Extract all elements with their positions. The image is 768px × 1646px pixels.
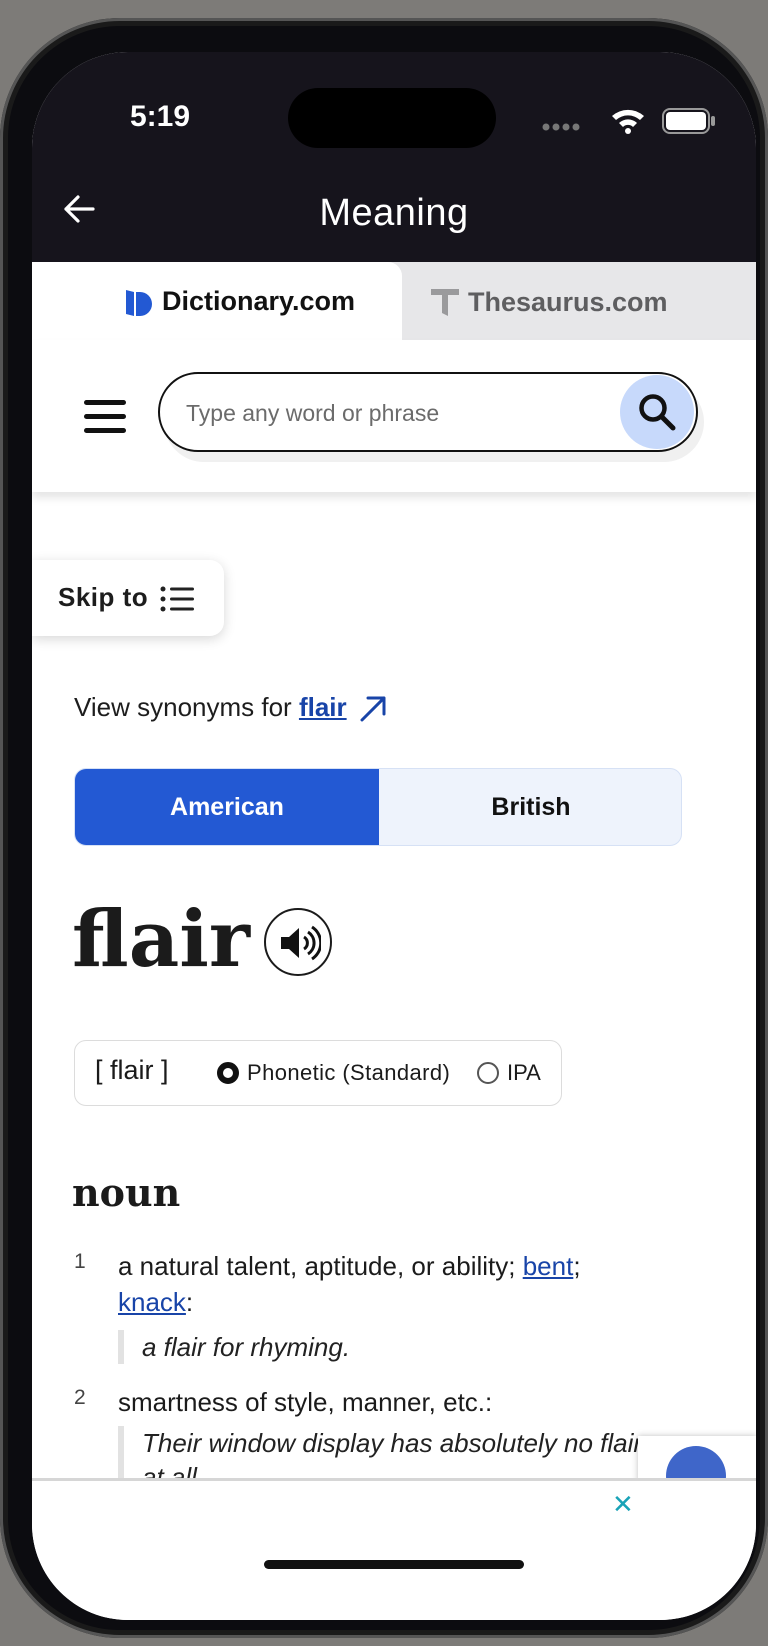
page-title: Meaning	[319, 192, 469, 234]
ipa-label[interactable]: IPA	[507, 1060, 541, 1086]
search-icon	[639, 394, 676, 431]
list-icon	[160, 586, 194, 612]
site-tabs: Dictionary.com Thesaurus.com	[32, 262, 756, 340]
definition-text: a natural talent, aptitude, or ability; …	[118, 1251, 581, 1317]
definition-text: smartness of style, manner, etc.:	[118, 1387, 493, 1417]
recaptcha-badge[interactable]	[638, 1436, 756, 1506]
pronunciation-box: [ flair ] Phonetic (Standard) IPA	[74, 1040, 562, 1106]
part-of-speech: noun	[72, 1170, 181, 1215]
arrow-up-right-icon[interactable]	[358, 694, 388, 724]
definition-number: 2	[74, 1386, 86, 1409]
skip-to-label: Skip to	[58, 582, 149, 612]
cellular-signal-icon	[542, 123, 580, 131]
search-bar	[32, 340, 756, 492]
wifi-icon	[612, 109, 644, 134]
knack-link[interactable]: knack	[118, 1287, 186, 1317]
british-toggle[interactable]: British	[379, 769, 681, 845]
headword: flair	[72, 894, 250, 985]
definition-example: a flair for rhyming.	[118, 1330, 350, 1364]
thesaurus-logo-icon	[431, 289, 459, 316]
phonetic-radio[interactable]	[217, 1062, 239, 1084]
close-icon[interactable]: ✕	[612, 1489, 634, 1520]
tab-dictionary-label: Dictionary.com	[162, 286, 356, 316]
dynamic-island	[288, 88, 496, 148]
phone-frame: 5:19 Meaning Dictionary.com Thesaurus.co…	[0, 18, 768, 1638]
definition-number: 1	[74, 1250, 86, 1273]
home-indicator[interactable]	[264, 1560, 524, 1569]
tab-dictionary[interactable]: Dictionary.com	[32, 262, 402, 340]
skip-to-button[interactable]: Skip to	[32, 560, 224, 636]
ad-banner: ✕	[32, 1478, 756, 1620]
view-synonyms: View synonyms for flair	[74, 692, 388, 724]
audio-button[interactable]	[264, 908, 332, 976]
search-box	[158, 372, 698, 452]
view-synonyms-prefix: View synonyms for	[74, 692, 299, 722]
hamburger-menu-icon[interactable]	[84, 400, 126, 434]
search-input[interactable]	[184, 374, 608, 452]
tab-thesaurus-label: Thesaurus.com	[468, 287, 668, 317]
search-button[interactable]	[620, 375, 694, 449]
dialect-toggle: American British	[74, 768, 682, 846]
battery-icon	[662, 108, 715, 134]
phonetic-label[interactable]: Phonetic (Standard)	[247, 1060, 450, 1086]
dictionary-logo-icon	[126, 290, 152, 316]
screen: 5:19 Meaning Dictionary.com Thesaurus.co…	[32, 52, 756, 1620]
phone-bezel: 5:19 Meaning Dictionary.com Thesaurus.co…	[8, 26, 760, 1630]
definition-text-part: a natural talent, aptitude, or ability;	[118, 1251, 523, 1281]
app-header: 5:19 Meaning	[32, 52, 756, 262]
pronunciation-text: [ flair ]	[95, 1055, 169, 1085]
speaker-icon	[281, 925, 321, 961]
status-time: 5:19	[130, 100, 191, 133]
synonyms-link[interactable]: flair	[299, 692, 347, 722]
ipa-radio[interactable]	[477, 1062, 499, 1084]
tab-thesaurus[interactable]: Thesaurus.com	[402, 262, 756, 340]
american-toggle[interactable]: American	[75, 769, 379, 845]
bent-link[interactable]: bent	[523, 1251, 574, 1281]
